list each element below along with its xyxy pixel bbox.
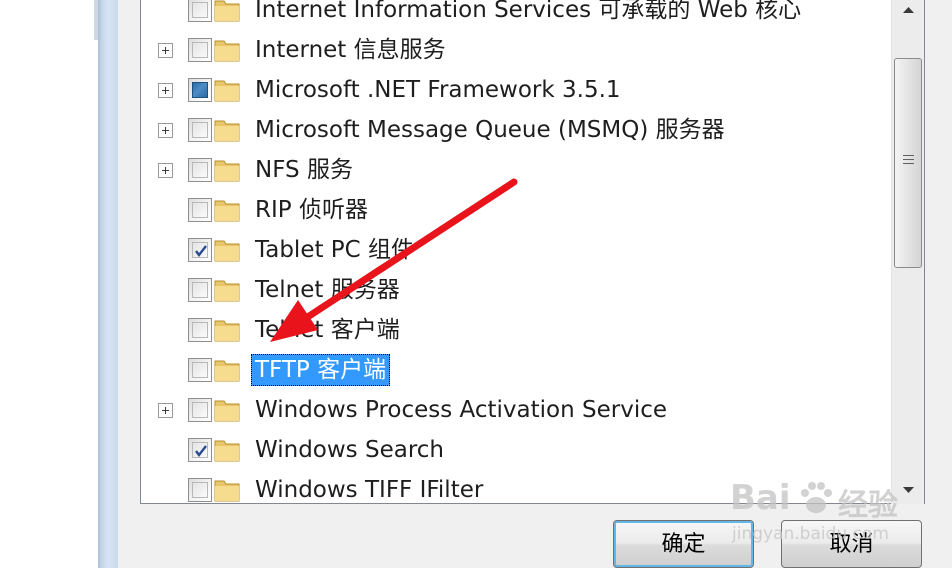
tree-row[interactable]: RIP 侦听器 [141, 190, 891, 230]
folder-icon [214, 360, 240, 382]
feature-checkbox[interactable] [188, 198, 212, 222]
folder-icon [214, 440, 240, 462]
expand-plus-icon[interactable] [158, 43, 173, 58]
folder-icon [214, 400, 240, 422]
ok-button[interactable]: 确定 [613, 520, 754, 568]
tree-row[interactable]: NFS 服务 [141, 150, 891, 190]
tree-row[interactable]: Microsoft Message Queue (MSMQ) 服务器 [141, 110, 891, 150]
feature-checkbox-partial[interactable] [188, 78, 212, 102]
features-tree[interactable]: Internet Information Services 可承载的 Web 核… [140, 0, 925, 504]
feature-label: Microsoft Message Queue (MSMQ) 服务器 [255, 117, 725, 143]
folder-icon [214, 480, 240, 502]
folder-icon [214, 200, 240, 222]
feature-checkbox[interactable] [188, 0, 212, 22]
expand-plus-icon[interactable] [158, 83, 173, 98]
tree-row[interactable]: Telnet 服务器 [141, 270, 891, 310]
tree-row[interactable]: Windows Search [141, 430, 891, 470]
feature-label: NFS 服务 [255, 157, 353, 183]
feature-checkbox[interactable] [188, 398, 212, 422]
feature-label: Windows TIFF IFilter [255, 477, 484, 503]
feature-label: Telnet 客户端 [255, 317, 400, 343]
feature-checkbox[interactable] [188, 318, 212, 342]
feature-checkbox-checked[interactable] [188, 438, 212, 462]
tree-row[interactable]: Microsoft .NET Framework 3.5.1 [141, 70, 891, 110]
scroll-thumb[interactable] [894, 58, 922, 268]
folder-icon [214, 0, 240, 22]
feature-label: Microsoft .NET Framework 3.5.1 [255, 77, 621, 103]
cancel-button[interactable]: 取消 [781, 520, 922, 568]
feature-checkbox-checked[interactable] [188, 238, 212, 262]
tree-row-selected[interactable]: TFTP 客户端 [141, 350, 891, 390]
tree-row[interactable]: Windows TIFF IFilter [141, 470, 891, 503]
background-window-edge [0, 0, 98, 568]
scroll-up-button[interactable] [892, 0, 925, 24]
feature-label: Telnet 服务器 [255, 277, 400, 303]
feature-checkbox[interactable] [188, 278, 212, 302]
thumb-grip-line [903, 155, 914, 156]
feature-label-selected: TFTP 客户端 [251, 354, 391, 386]
thumb-grip-line [903, 159, 914, 160]
arrow-down-icon [903, 487, 914, 493]
tree-row[interactable]: Telnet 客户端 [141, 310, 891, 350]
thumb-grip-line [903, 163, 914, 164]
tree-row[interactable]: Tablet PC 组件 [141, 230, 891, 270]
folder-icon [214, 240, 240, 262]
folder-icon [214, 160, 240, 182]
feature-label: RIP 侦听器 [255, 197, 368, 223]
feature-label: Windows Process Activation Service [255, 397, 668, 423]
feature-checkbox[interactable] [188, 38, 212, 62]
feature-checkbox[interactable] [188, 478, 212, 502]
folder-icon [214, 40, 240, 62]
vertical-scrollbar[interactable] [891, 0, 924, 504]
feature-label: Internet Information Services 可承载的 Web 核… [255, 0, 802, 23]
feature-checkbox[interactable] [188, 158, 212, 182]
checkmark-icon [195, 445, 207, 457]
folder-icon [214, 280, 240, 302]
tree-row[interactable]: Internet Information Services 可承载的 Web 核… [141, 0, 891, 30]
expand-plus-icon[interactable] [158, 123, 173, 138]
scroll-down-button[interactable] [892, 476, 925, 504]
expand-plus-icon[interactable] [158, 403, 173, 418]
feature-label: Windows Search [255, 437, 444, 463]
expand-plus-icon[interactable] [158, 163, 173, 178]
feature-label: Internet 信息服务 [255, 37, 446, 63]
arrow-up-icon [903, 7, 914, 13]
dialog-window-frame [98, 0, 118, 568]
feature-checkbox[interactable] [188, 118, 212, 142]
feature-checkbox[interactable] [188, 358, 212, 382]
folder-icon [214, 320, 240, 342]
checkmark-icon [195, 245, 207, 257]
folder-icon [214, 120, 240, 142]
feature-label: Tablet PC 组件 [255, 237, 415, 263]
tree-row[interactable]: Internet 信息服务 [141, 30, 891, 70]
tree-row[interactable]: Windows Process Activation Service [141, 390, 891, 430]
folder-icon [214, 80, 240, 102]
